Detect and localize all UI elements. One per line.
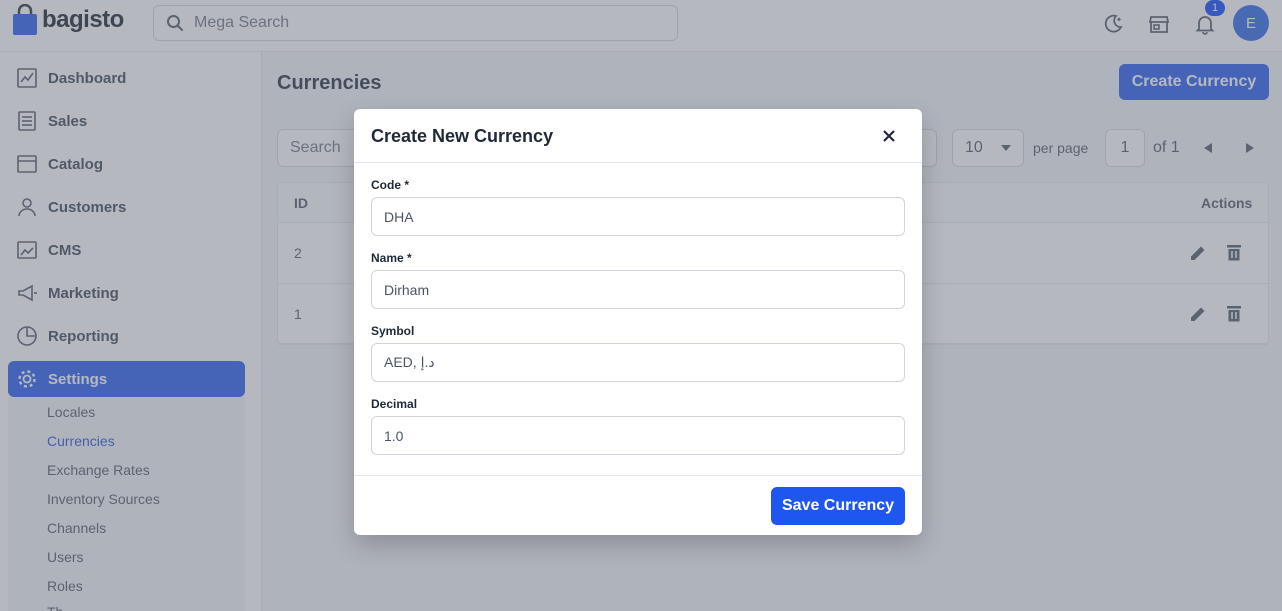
- modal-header: Create New Currency: [354, 109, 922, 163]
- name-label: Name *: [371, 251, 412, 265]
- close-icon[interactable]: [880, 127, 898, 145]
- modal-footer: Save Currency: [354, 475, 922, 535]
- save-currency-button[interactable]: Save Currency: [771, 487, 905, 525]
- decimal-label: Decimal: [371, 397, 418, 411]
- decimal-field[interactable]: 1.0: [371, 416, 905, 455]
- modal-title: Create New Currency: [371, 126, 554, 146]
- symbol-field[interactable]: AED, د.إ: [371, 343, 905, 382]
- code-label: Code *: [371, 178, 410, 192]
- code-field[interactable]: DHA: [371, 197, 905, 236]
- create-currency-modal: Create New Currency Code * DHA Name * Di…: [354, 109, 922, 535]
- symbol-label: Symbol: [371, 324, 415, 338]
- name-field[interactable]: Dirham: [371, 270, 905, 309]
